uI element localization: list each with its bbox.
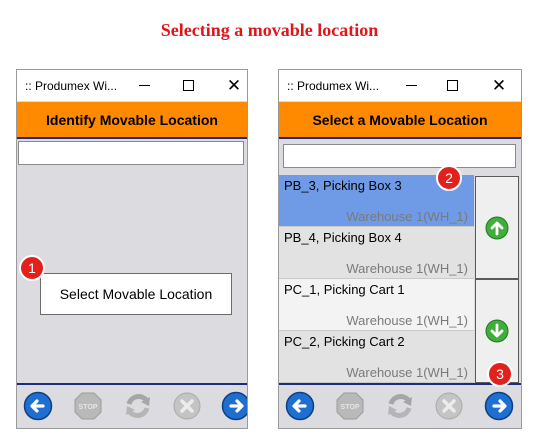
close-icon: ✕ — [491, 75, 507, 95]
location-warehouse: Warehouse 1(WH_1) — [346, 261, 468, 276]
window-title: :: Produmex Wi... — [25, 79, 118, 93]
cancel-icon — [435, 392, 463, 420]
bottom-toolbar: STOP — [279, 383, 521, 428]
screen-header: Identify Movable Location — [17, 102, 247, 139]
select-movable-location-window: :: Produmex Wi... ✕ Select a Movable Loc… — [278, 69, 522, 429]
window-titlebar: :: Produmex Wi... ✕ — [17, 70, 247, 101]
window-titlebar: :: Produmex Wi... ✕ — [279, 70, 521, 101]
next-arrow-icon[interactable] — [484, 391, 514, 421]
scan-input[interactable] — [18, 141, 244, 165]
screen-header: Select a Movable Location — [279, 102, 521, 139]
back-arrow-icon[interactable] — [285, 391, 315, 421]
svg-text:STOP: STOP — [79, 404, 98, 411]
arrow-up-icon — [485, 216, 509, 239]
refresh-icon — [388, 394, 412, 418]
cancel-icon — [173, 392, 201, 420]
minimize-icon — [138, 84, 150, 86]
svg-text:STOP: STOP — [341, 404, 360, 411]
close-icon: ✕ — [226, 75, 242, 95]
maximize-button[interactable] — [177, 74, 199, 96]
scroll-up-button[interactable] — [475, 176, 519, 279]
location-name: PC_1, Picking Cart 1 — [284, 282, 405, 297]
location-warehouse: Warehouse 1(WH_1) — [346, 209, 468, 224]
maximize-icon — [446, 79, 458, 91]
bottom-toolbar: STOP — [17, 383, 247, 428]
arrow-down-icon — [485, 319, 509, 343]
stop-icon: STOP — [336, 392, 364, 420]
maximize-icon — [182, 79, 194, 91]
minimize-icon — [405, 84, 417, 86]
location-warehouse: Warehouse 1(WH_1) — [346, 365, 468, 380]
location-list: PB_3, Picking Box 3 Warehouse 1(WH_1) PB… — [279, 175, 474, 383]
step-badge-1: 1 — [19, 255, 45, 281]
back-arrow-icon[interactable] — [23, 391, 53, 421]
location-name: PB_4, Picking Box 4 — [284, 230, 402, 245]
select-movable-location-button[interactable]: Select Movable Location — [40, 273, 232, 315]
identify-movable-location-window: :: Produmex Wi... ✕ Identify Movable Loc… — [16, 69, 248, 429]
stop-icon: STOP — [74, 392, 102, 420]
close-button[interactable]: ✕ — [488, 74, 510, 96]
list-item[interactable]: PC_1, Picking Cart 1 Warehouse 1(WH_1) — [279, 279, 474, 331]
maximize-button[interactable] — [441, 74, 463, 96]
search-input[interactable] — [283, 144, 516, 168]
refresh-icon — [126, 394, 150, 418]
close-button[interactable]: ✕ — [223, 74, 245, 96]
minimize-button[interactable] — [133, 74, 155, 96]
next-arrow-icon[interactable] — [221, 391, 248, 421]
location-name: PB_3, Picking Box 3 — [284, 178, 402, 193]
list-item[interactable]: PB_4, Picking Box 4 Warehouse 1(WH_1) — [279, 227, 474, 279]
step-badge-3: 3 — [487, 361, 513, 387]
location-name: PC_2, Picking Cart 2 — [284, 334, 405, 349]
step-badge-2: 2 — [436, 165, 462, 191]
minimize-button[interactable] — [400, 74, 422, 96]
location-warehouse: Warehouse 1(WH_1) — [346, 313, 468, 328]
window-title: :: Produmex Wi... — [287, 79, 380, 93]
list-item[interactable]: PC_2, Picking Cart 2 Warehouse 1(WH_1) — [279, 331, 474, 383]
document-title: Selecting a movable location — [160, 20, 379, 40]
